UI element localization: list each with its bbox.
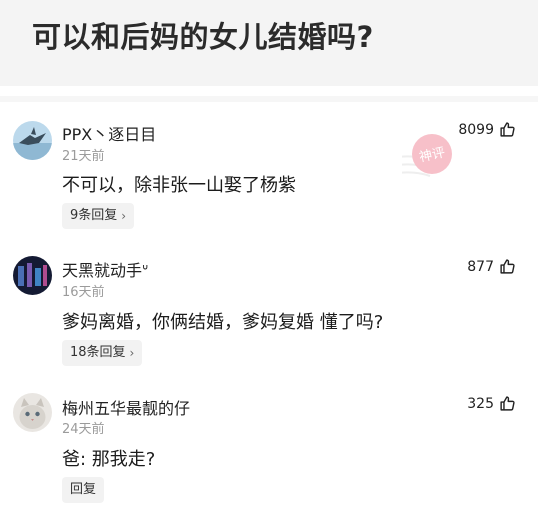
timestamp: 21天前 [62, 149, 105, 164]
question-header: 可以和后妈的女儿结婚吗? [0, 0, 538, 86]
chevron-right-icon: › [129, 346, 135, 360]
avatar[interactable] [13, 121, 52, 160]
like-count: 325 [467, 395, 494, 412]
view-replies-button[interactable]: 9条回复 › [62, 203, 135, 229]
divider [0, 96, 538, 102]
avatar[interactable] [13, 256, 52, 295]
username[interactable]: PPX丶逐日目 [62, 121, 156, 145]
reply-label: 回复 [70, 482, 97, 497]
reply-button[interactable]: 回复 [62, 477, 105, 503]
featured-comment-badge: 神评 [391, 126, 472, 196]
like-button[interactable]: 877 [467, 258, 516, 275]
view-replies-button[interactable]: 18条回复 › [62, 340, 143, 366]
comment-text: 爸: 那我走? [62, 449, 156, 470]
like-button[interactable]: 325 [467, 395, 516, 412]
thumbs-up-icon [500, 122, 515, 137]
username[interactable]: 梅州五华最靓的仔 [62, 395, 190, 419]
comment-text: 不可以，除非张一山娶了杨紫 [62, 175, 296, 196]
username[interactable]: 天黑就动手ᐡ [62, 257, 148, 281]
like-count: 877 [467, 258, 494, 275]
question-title: 可以和后妈的女儿结婚吗? [32, 20, 374, 54]
thumbs-up-icon [500, 396, 515, 411]
reply-count-label: 18条回复 [70, 345, 126, 360]
reply-count-label: 9条回复 [70, 208, 118, 223]
chevron-right-icon: › [121, 209, 127, 223]
thumbs-up-icon [500, 259, 515, 274]
timestamp: 24天前 [62, 422, 105, 437]
comment-text: 爹妈离婚，你俩结婚，爹妈复婚 懂了吗? [62, 312, 384, 333]
timestamp: 16天前 [62, 285, 105, 300]
avatar[interactable] [13, 393, 52, 432]
